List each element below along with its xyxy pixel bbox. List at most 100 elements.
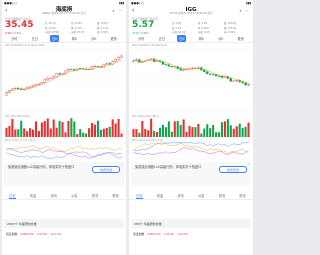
volume-bar [188,125,191,137]
volume-bar [167,121,170,137]
activate-button[interactable]: 免费激活 [219,166,247,173]
search-icon[interactable]: ⌕ [238,8,243,13]
candle-body [141,61,144,63]
volume-bar [217,132,221,137]
candle-body [214,74,218,77]
tab-info[interactable]: 公告 [71,193,77,198]
candle-body [155,60,159,62]
tab-info[interactable]: 财务 [112,193,118,198]
more-icon[interactable]: ⋯ [245,8,250,13]
nav-actions: ⌕ ⋯ [238,8,250,13]
volume-bar [164,127,167,137]
index-ticker[interactable]: 恒生指数 24452.00 +31.60 +0.13% [4,230,124,237]
kdj-legend: KDJ K:71.62 D:72.37 J:70.11 [5,139,36,142]
quote-stat-label: 高 [172,22,175,25]
quote-stat-value: 87.53 [77,31,85,35]
more-icon[interactable]: ⋯ [118,8,123,13]
tab-info[interactable]: 简况 [92,193,98,198]
nav-actions: ⌕ ⋯ [111,8,123,13]
volume-bar [226,119,229,137]
news-row[interactable]: 358个 牛股研判文章 › [131,219,251,228]
tab-info[interactable]: 财务 [239,193,245,198]
volume-bar [76,133,79,137]
chart-period-tabs: 分时 五日 日K 周K 月K 更多 [129,35,253,43]
volume-bar [52,119,55,137]
close-icon[interactable]: ✕ [247,162,250,166]
volume-bar [212,125,215,137]
candle-body [117,57,120,60]
volume-bar [64,132,67,137]
tab-info[interactable]: 资金 [30,193,36,198]
volume-bar [17,129,20,137]
quote-stat-value: 0.31% [74,26,83,30]
quote-stat-label: 额 [97,26,100,30]
volume-bar [55,127,58,137]
kline-chart[interactable]: MA5 5.69 MA10 5.83 MA20 6.02 VOL 1032万 M… [129,43,253,161]
candle-body [244,82,247,86]
tab-info[interactable]: 资金 [157,193,163,198]
volume-bar [40,122,43,137]
close-icon[interactable]: ✕ [120,162,123,166]
quote-stat-value: 9.05 [204,31,210,35]
kline-svg [129,48,253,160]
candle-body [46,77,49,81]
tab-info[interactable]: 资讯 [50,193,56,198]
candle-body [61,73,64,75]
tab-period[interactable]: 日K [177,35,187,42]
quote-stats-grid: 高5.65 开5.64 量1032万 低5.53 换0.86% 额5744万 市值66.9亿… [172,21,250,35]
candle-body [40,82,44,85]
candle-body [235,79,238,82]
back-arrow-icon[interactable]: ‹ [132,7,138,15]
candle-body [206,71,209,74]
tab-period[interactable]: 月K [216,35,225,42]
volume-bar [176,120,179,137]
tab-period[interactable]: 更多 [109,35,119,42]
tab-info[interactable]: 资讯 [177,193,183,198]
volume-bar [235,126,238,137]
index-ticker[interactable]: 恒生指数 24452.00 +31.60 +0.13% [131,230,251,237]
tab-period[interactable]: 周K [70,35,79,42]
candle-body [208,73,212,75]
volume-bar [20,120,23,137]
volume-bar [96,120,99,137]
candle-body [241,81,244,84]
tab-info[interactable]: 讨论 [9,193,16,199]
tab-period[interactable]: 周K [197,35,206,42]
tab-period[interactable]: 更多 [236,35,246,42]
quote-stat-value: 34.80 [74,22,82,25]
quote-stat-value: 1879亿 [51,31,60,35]
quote-stat-label: 振 [224,31,227,35]
candle-body [247,84,250,86]
index-name: 恒生指数 [6,231,18,236]
back-arrow-icon[interactable]: ‹ [5,7,11,15]
tab-period[interactable]: 五日 [30,35,40,42]
volume-bar [197,123,200,137]
tab-period[interactable]: 分时 [9,35,19,42]
tab-period[interactable]: 日K [50,35,60,42]
search-icon[interactable]: ⌕ [111,8,116,13]
tab-info[interactable]: 简况 [219,193,225,198]
info-tabs: 讨论 资金 资讯 公告 简况 财务 [2,192,126,200]
tab-period[interactable]: 五日 [157,35,167,42]
nav-title-block: 海底捞 06862 交易中 07-16 15:06:49 北京 [42,7,86,16]
candle-body [203,69,206,72]
candle-body [191,67,194,69]
tab-info[interactable]: 公告 [198,193,204,198]
news-row[interactable]: 2053个 牛股研判文章 › [4,219,124,228]
volume-bar [67,120,70,137]
volume-bar [220,122,224,137]
kline-chart[interactable]: MA5 34.86 MA10 34.11 MA20 33.56 VOL 765万… [2,43,126,161]
volume-bar [111,119,114,137]
candle-body [108,63,111,65]
activate-button[interactable]: 免费激活 [92,166,120,173]
kdj-line [6,145,122,153]
candle-body [96,66,100,67]
tab-info[interactable]: 讨论 [136,193,143,199]
tab-period[interactable]: 分时 [136,35,146,42]
candle-body [5,92,8,96]
nav-bar: ‹ IGG 00799 交易中 07-16 15:06:49 北京 ⌕ ⋯ [129,5,253,17]
tab-period[interactable]: 月K [89,35,98,42]
quote-stat-label: 额 [224,26,227,30]
candle-body [149,58,153,60]
candle-body [34,84,38,86]
